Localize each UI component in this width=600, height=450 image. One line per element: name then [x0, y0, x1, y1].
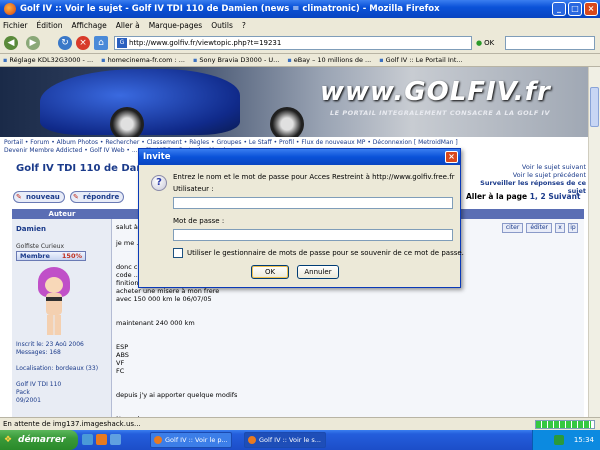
url-input[interactable]: G http://www.golfiv.fr/viewtopic.php?t=1…: [114, 36, 472, 50]
start-button[interactable]: démarrer: [0, 430, 78, 450]
maximize-button[interactable]: □: [568, 2, 582, 16]
menu-aller-a[interactable]: Aller à: [116, 21, 140, 30]
author-car: Golf IV TDI 110: [16, 381, 62, 388]
menu-help[interactable]: ?: [242, 21, 246, 30]
search-input[interactable]: [505, 36, 595, 50]
bookmark-item[interactable]: Golf IV :: Le Portail Int...: [379, 56, 463, 64]
author-column-header: Auteur: [48, 210, 76, 218]
minimize-button[interactable]: _: [552, 2, 566, 16]
system-tray: 15:34: [532, 430, 600, 450]
window-title-bar[interactable]: Golf IV :: Voir le sujet - Golf IV TDI 1…: [0, 0, 600, 18]
home-icon[interactable]: ⌂: [94, 36, 108, 50]
site-logo: www.GOLFIV.fr: [320, 77, 551, 107]
clock: 15:34: [573, 436, 594, 444]
quick-launch-ie-icon[interactable]: [82, 434, 93, 445]
next-topic-link[interactable]: Voir le sujet suivant: [468, 163, 586, 171]
author-car-pack: Pack: [16, 389, 30, 396]
delete-button[interactable]: x: [555, 223, 565, 233]
question-icon: ?: [151, 175, 167, 191]
avatar: [32, 267, 78, 339]
status-text: En attente de img137.imageshack.us...: [3, 420, 141, 428]
author-location: Localisation: bordeaux (33): [16, 365, 99, 372]
previous-topic-link[interactable]: Voir le sujet précédent: [468, 171, 586, 179]
remember-password-label[interactable]: Utiliser le gestionnaire de mots de pass…: [187, 249, 464, 257]
post-toolbar: citer éditer x ip: [501, 223, 578, 233]
menu-outils[interactable]: Outils: [211, 21, 233, 30]
vertical-scrollbar[interactable]: [588, 67, 600, 417]
member-badge-label: Membre: [20, 252, 50, 260]
username-label: Utilisateur :: [173, 185, 214, 193]
thread-links: Voir le sujet suivant Voir le sujet préc…: [468, 163, 586, 195]
page-links[interactable]: 1, 2: [530, 192, 546, 201]
site-nav-links[interactable]: Portail • Forum • Album Photos • Recherc…: [4, 139, 588, 147]
window-title: Golf IV :: Voir le sujet - Golf IV TDI 1…: [20, 4, 440, 14]
network-icon[interactable]: [554, 435, 564, 445]
scrollbar-thumb[interactable]: [590, 87, 599, 127]
menu-fichier[interactable]: Fichier: [3, 21, 28, 30]
taskbar-window-item[interactable]: Golf IV :: Voir le p...: [150, 432, 232, 448]
username-input[interactable]: [173, 197, 453, 209]
author-car-date: 09/2001: [16, 397, 41, 404]
menu-marque-pages[interactable]: Marque-pages: [149, 21, 203, 30]
menu-affichage[interactable]: Affichage: [71, 21, 106, 30]
reply-button[interactable]: répondre: [70, 191, 125, 203]
status-bar: En attente de img137.imageshack.us...: [0, 417, 600, 430]
author-panel: Damien Golfiste Curieux Membre 150% Insc…: [12, 219, 112, 419]
author-joined: Inscrit le: 23 Aoû 2006: [16, 341, 84, 348]
author-stats: Inscrit le: 23 Aoû 2006 Messages: 168 Lo…: [16, 341, 98, 405]
ok-button[interactable]: OK: [251, 265, 289, 279]
taskbar-window-item[interactable]: Golf IV :: Voir le s...: [244, 432, 326, 448]
member-badge-percent: 150%: [61, 252, 82, 260]
ip-button[interactable]: ip: [568, 223, 578, 233]
quote-button[interactable]: citer: [501, 223, 524, 233]
page-favicon-icon: G: [117, 38, 127, 48]
member-badge: Membre 150%: [16, 251, 86, 261]
password-input[interactable]: [173, 229, 453, 241]
reload-icon[interactable]: ↻: [58, 36, 72, 50]
author-rank: Golfiste Curieux: [16, 243, 65, 250]
bookmark-item[interactable]: eBay – 10 millions de ...: [287, 56, 372, 64]
dialog-message: Entrez le nom et le mot de passe pour Ac…: [173, 173, 455, 181]
wheel-image: [270, 107, 304, 137]
edit-button[interactable]: éditer: [526, 223, 552, 233]
dialog-close-button[interactable]: ×: [445, 151, 458, 163]
throbber-icon: [584, 19, 596, 31]
loading-progress-bar: [535, 420, 595, 429]
pager-label: Aller à la page: [466, 192, 528, 201]
loading-progress-fill: [536, 421, 592, 428]
quick-launch-firefox-icon[interactable]: [96, 434, 107, 445]
navigation-toolbar: ◀ ▶ ↻ × ⌂ G http://www.golfiv.fr/viewtop…: [0, 32, 600, 54]
cancel-button[interactable]: Annuler: [297, 265, 339, 279]
auth-dialog: Invite × ? Entrez le nom et le mot de pa…: [138, 148, 464, 288]
pagination: Aller à la page 1, 2 Suivant: [466, 192, 581, 201]
back-arrow-icon[interactable]: ◀: [4, 36, 18, 50]
url-text: http://www.golfiv.fr/viewtopic.php?t=192…: [129, 39, 282, 47]
bookmarks-toolbar: Réglage KDL32G3000 - ... homecinema-fr.c…: [0, 54, 600, 67]
site-banner[interactable]: www.GOLFIV.fr LE PORTAIL INTEGRALEMENT C…: [0, 67, 588, 137]
taskbar: démarrer Golf IV :: Voir le p... Golf IV…: [0, 430, 600, 450]
site-tagline: LE PORTAIL INTEGRALEMENT CONSACRE A LA G…: [330, 109, 550, 117]
stop-icon[interactable]: ×: [76, 36, 90, 50]
go-button[interactable]: OK: [476, 36, 502, 50]
next-page-link[interactable]: Suivant: [548, 192, 580, 201]
bookmark-item[interactable]: homecinema-fr.com : ...: [101, 56, 185, 64]
password-label: Mot de passe :: [173, 217, 225, 225]
menu-bar: Fichier Édition Affichage Aller à Marque…: [0, 18, 600, 32]
bookmark-item[interactable]: Réglage KDL32G3000 - ...: [3, 56, 93, 64]
new-topic-button[interactable]: nouveau: [13, 191, 65, 203]
firefox-icon: [4, 3, 16, 15]
remember-password-checkbox[interactable]: [173, 248, 183, 258]
close-window-button[interactable]: ×: [584, 2, 598, 16]
author-name[interactable]: Damien: [16, 225, 46, 233]
forward-arrow-icon[interactable]: ▶: [26, 36, 40, 50]
dialog-title[interactable]: Invite: [139, 149, 460, 165]
menu-edition[interactable]: Édition: [37, 21, 63, 30]
quick-launch-desktop-icon[interactable]: [110, 434, 121, 445]
author-posts: Messages: 168: [16, 349, 61, 356]
bookmark-item[interactable]: Sony Bravia D3000 - U...: [193, 56, 279, 64]
wheel-image: [110, 107, 144, 137]
